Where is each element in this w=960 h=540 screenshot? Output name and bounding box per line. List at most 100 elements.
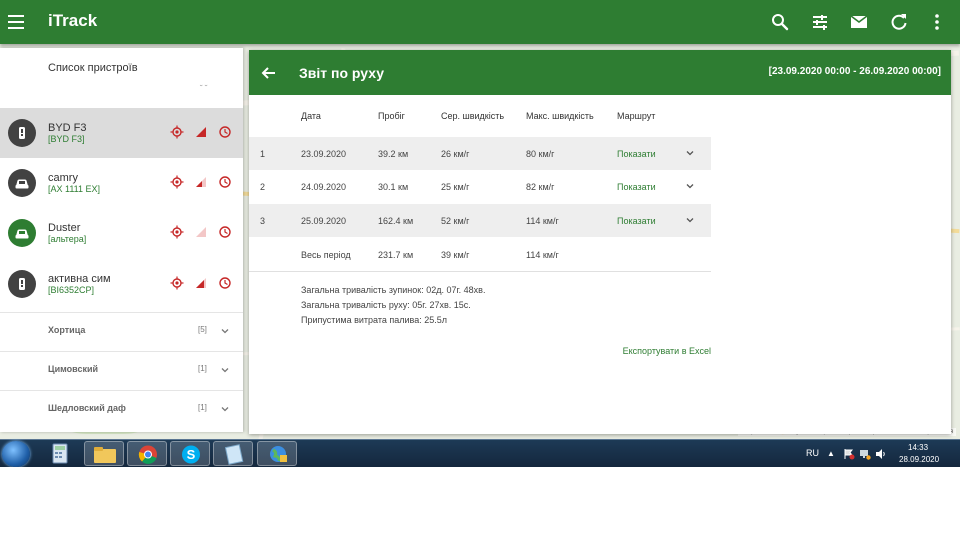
column-header-mileage: Пробіг: [378, 111, 405, 121]
table-row: 1 23.09.2020 39.2 км 26 км/г 80 км/г Пок…: [249, 137, 711, 170]
locate-icon[interactable]: [170, 225, 184, 239]
chevron-down-icon[interactable]: [219, 325, 231, 337]
column-header-date: Дата: [301, 111, 321, 121]
show-route-link[interactable]: Показати: [617, 216, 656, 226]
device-plate: [BYD F3]: [48, 134, 85, 144]
group-item-khortytsa[interactable]: Хортица [5]: [0, 312, 243, 351]
group-name: Цимовский: [48, 364, 99, 374]
table-row: 3 25.09.2020 162.4 км 52 км/г 114 км/г П…: [249, 204, 711, 237]
clock-time[interactable]: 14:33: [908, 443, 928, 452]
locate-icon[interactable]: [170, 125, 184, 139]
scroll-hint: ˘ ˘: [200, 84, 208, 93]
chrome-icon[interactable]: [127, 441, 167, 466]
windows-taskbar: S RU ▲ 14:33 28.09.2020: [0, 439, 960, 467]
device-item-camry[interactable]: camry [AX 1111 EX]: [0, 158, 243, 208]
group-count: [5]: [198, 325, 207, 334]
column-header-max-speed: Макс. швидкість: [526, 111, 594, 121]
tray-expand-icon[interactable]: ▲: [827, 449, 835, 458]
app-title: iTrack: [48, 11, 98, 30]
device-name: camry: [48, 172, 78, 184]
signal-icon: [196, 127, 206, 137]
chevron-down-icon[interactable]: [219, 403, 231, 415]
device-plate: [альтера]: [48, 234, 87, 244]
language-indicator[interactable]: RU: [806, 448, 819, 458]
screen: Зображення може бути захищене авторським…: [0, 0, 960, 467]
signal-icon: [196, 278, 206, 288]
column-header-route: Маршрут: [617, 111, 656, 121]
summary-fuel-consumption: Припустима витрата палива: 25.5л: [301, 315, 447, 325]
row-mileage: 162.4 км: [378, 216, 414, 226]
row-avg-speed: 26 км/г: [441, 149, 470, 159]
row-max-speed: 80 км/г: [526, 149, 555, 159]
show-route-link[interactable]: Показати: [617, 149, 656, 159]
menu-icon[interactable]: [8, 12, 26, 32]
tune-icon[interactable]: [808, 10, 832, 34]
skype-icon[interactable]: S: [170, 441, 210, 466]
group-name: Шедловский даф: [48, 403, 126, 413]
row-number: 3: [260, 216, 266, 226]
calculator-icon[interactable]: [40, 441, 80, 466]
group-item-shedlovskyi-daf[interactable]: Шедловский даф [1]: [0, 390, 243, 429]
notepad-icon[interactable]: [213, 441, 253, 466]
chevron-down-icon[interactable]: [684, 147, 696, 159]
volume-icon[interactable]: [875, 448, 887, 460]
total-label: Весь період: [301, 250, 351, 260]
report-title: Звіт по руху: [299, 65, 384, 81]
history-clock-icon[interactable]: [218, 276, 232, 290]
group-item-tsymovskyi[interactable]: Цимовский [1]: [0, 351, 243, 390]
total-avg-speed: 39 км/г: [441, 250, 470, 260]
device-name: Duster: [48, 222, 81, 234]
car-icon: [15, 179, 29, 189]
divider: [249, 271, 711, 272]
history-clock-icon[interactable]: [218, 125, 232, 139]
explorer-folder-icon[interactable]: [84, 441, 124, 466]
device-item-aktyvna-sim[interactable]: активна сим [BI6352CP]: [0, 259, 243, 309]
network-icon[interactable]: [859, 448, 871, 460]
device-status-avatar: [8, 219, 36, 247]
device-name: BYD F3: [48, 122, 87, 134]
report-header: Звіт по руху [23.09.2020 00:00 - 26.09.2…: [249, 50, 951, 95]
alert-icon: [19, 278, 25, 290]
chevron-down-icon[interactable]: [684, 180, 696, 192]
device-plate: [AX 1111 EX]: [48, 184, 101, 194]
table-row: 2 24.09.2020 30.1 км 25 км/г 82 км/г Пок…: [249, 170, 711, 203]
row-date: 24.09.2020: [301, 182, 347, 192]
car-icon: [15, 229, 29, 239]
globe-icon[interactable]: [257, 441, 297, 466]
device-name: активна сим: [48, 273, 111, 285]
export-excel-link[interactable]: Експортувати в Excel: [623, 346, 711, 356]
row-date: 23.09.2020: [301, 149, 347, 159]
summary-stop-duration: Загальна тривалість зупинок: 02д. 07г. 4…: [301, 285, 486, 295]
device-item-duster[interactable]: Duster [альтера]: [0, 208, 243, 258]
history-clock-icon[interactable]: [218, 225, 232, 239]
locate-icon[interactable]: [170, 276, 184, 290]
row-mileage: 39.2 км: [378, 149, 409, 159]
alert-icon: [19, 127, 25, 139]
refresh-icon[interactable]: [887, 10, 911, 34]
column-header-avg-speed: Сер. швидкість: [441, 111, 505, 121]
device-status-avatar: [8, 270, 36, 298]
row-date: 25.09.2020: [301, 216, 347, 226]
locate-icon[interactable]: [170, 175, 184, 189]
more-vert-icon[interactable]: [925, 10, 949, 34]
start-button[interactable]: [2, 441, 30, 467]
signal-icon: [196, 227, 206, 237]
device-plate: [BI6352CP]: [48, 285, 95, 295]
row-avg-speed: 25 км/г: [441, 182, 470, 192]
clock-date[interactable]: 28.09.2020: [899, 455, 939, 464]
chevron-down-icon[interactable]: [684, 214, 696, 226]
search-icon[interactable]: [768, 10, 792, 34]
app-bar: iTrack: [0, 0, 960, 44]
mail-icon[interactable]: [847, 10, 871, 34]
history-clock-icon[interactable]: [218, 175, 232, 189]
svg-text:S: S: [187, 447, 196, 462]
device-sidebar: Список пристроїв ˘ ˘ BYD F3 [BYD F3] cam…: [0, 48, 243, 432]
movement-report-panel: Звіт по руху [23.09.2020 00:00 - 26.09.2…: [249, 50, 951, 434]
summary-move-duration: Загальна тривалість руху: 05г. 27хв. 15с…: [301, 300, 471, 310]
back-arrow-icon[interactable]: [259, 63, 279, 83]
show-route-link[interactable]: Показати: [617, 182, 656, 192]
chevron-down-icon[interactable]: [219, 364, 231, 376]
device-item-byd-f3[interactable]: BYD F3 [BYD F3]: [0, 108, 243, 158]
sidebar-title: Список пристроїв: [48, 62, 138, 74]
action-center-flag-icon[interactable]: [843, 448, 855, 460]
